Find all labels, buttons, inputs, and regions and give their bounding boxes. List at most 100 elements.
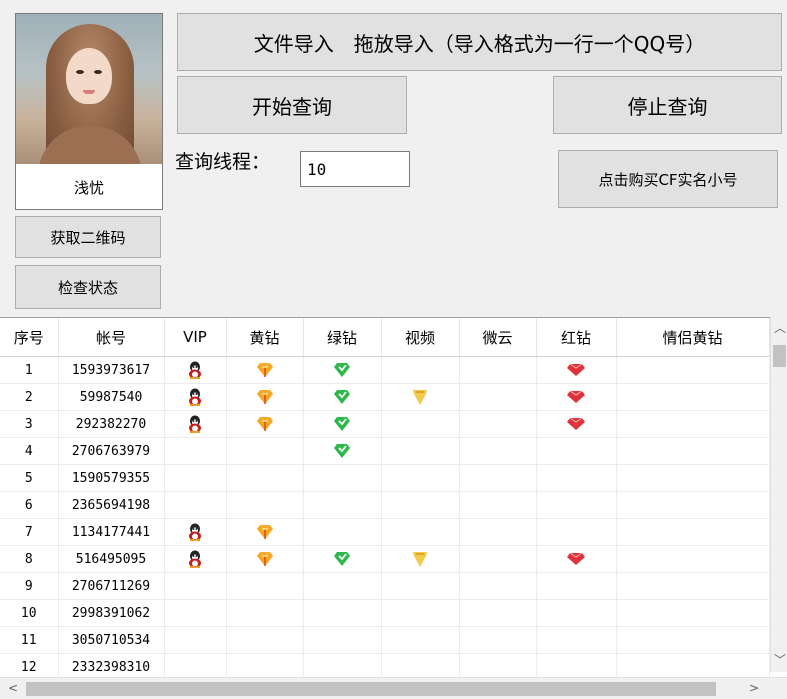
column-header[interactable]: 红钻	[536, 318, 617, 357]
table-row[interactable]: 9 2706711269	[0, 572, 770, 600]
row-number: 7	[0, 518, 59, 546]
scroll-down-icon[interactable]: ﹀	[774, 651, 786, 668]
yellow-status-cell	[226, 410, 304, 438]
account-cell: 2706711269	[58, 572, 165, 600]
scroll-thumb[interactable]	[773, 345, 786, 367]
row-number: 5	[0, 464, 59, 492]
couple-status-cell	[616, 383, 770, 411]
yellow-diamond-icon	[227, 551, 303, 567]
table-row[interactable]: 8 516495095	[0, 545, 770, 573]
yellow-diamond-icon	[227, 389, 303, 405]
vip-status-cell	[164, 599, 227, 627]
import-button[interactable]: 文件导入 拖放导入（导入格式为一行一个QQ号）	[177, 13, 782, 71]
red-status-cell	[536, 599, 617, 627]
vip-status-cell	[164, 410, 227, 438]
vip-status-cell	[164, 626, 227, 654]
weiyun-status-cell	[459, 599, 537, 627]
results-table: 序号 帐号 VIP 黄钻 绿钻 视频 微云 红钻 情侣黄钻 1 1593973617 2 599875…	[0, 318, 770, 681]
table-row[interactable]: 11 3050710534	[0, 626, 770, 654]
column-header[interactable]: 黄钻	[226, 318, 304, 357]
green-status-cell	[303, 356, 382, 384]
couple-status-cell	[616, 437, 770, 465]
couple-status-cell	[616, 572, 770, 600]
red-diamond-icon	[537, 552, 616, 566]
weiyun-status-cell	[459, 572, 537, 600]
green-diamond-icon	[304, 443, 381, 459]
scroll-up-icon[interactable]: ︿	[774, 319, 786, 336]
green-status-cell	[303, 626, 382, 654]
column-header[interactable]: 帐号	[58, 318, 165, 357]
get-qrcode-button[interactable]: 获取二维码	[15, 216, 161, 258]
red-status-cell	[536, 383, 617, 411]
red-status-cell	[536, 464, 617, 492]
video-status-cell	[381, 626, 460, 654]
account-cell: 3050710534	[58, 626, 165, 654]
weiyun-status-cell	[459, 437, 537, 465]
table-row[interactable]: 6 2365694198	[0, 491, 770, 519]
table-row[interactable]: 4 2706763979	[0, 437, 770, 465]
qq-penguin-icon	[165, 415, 226, 433]
account-cell: 2998391062	[58, 599, 165, 627]
check-status-button[interactable]: 检查状态	[15, 265, 161, 309]
red-status-cell	[536, 356, 617, 384]
yellow-status-cell	[226, 383, 304, 411]
column-header[interactable]: 视频	[381, 318, 460, 357]
account-cell: 1593973617	[58, 356, 165, 384]
couple-status-cell	[616, 491, 770, 519]
video-vip-icon	[382, 388, 459, 406]
yellow-status-cell	[226, 491, 304, 519]
table-row[interactable]: 2 59987540	[0, 383, 770, 411]
scroll-right-icon[interactable]: >	[749, 681, 759, 695]
table-row[interactable]: 3 292382270	[0, 410, 770, 438]
vip-status-cell	[164, 356, 227, 384]
green-diamond-icon	[304, 389, 381, 405]
thread-count-label: 查询线程：	[175, 151, 271, 173]
yellow-status-cell	[226, 599, 304, 627]
vip-status-cell	[164, 518, 227, 546]
table-row[interactable]: 5 1590579355	[0, 464, 770, 492]
yellow-status-cell	[226, 356, 304, 384]
row-number: 10	[0, 599, 59, 627]
green-status-cell	[303, 518, 382, 546]
scroll-thumb-horizontal[interactable]	[26, 682, 716, 696]
couple-status-cell	[616, 626, 770, 654]
row-number: 11	[0, 626, 59, 654]
video-status-cell	[381, 572, 460, 600]
table-header: 序号 帐号 VIP 黄钻 绿钻 视频 微云 红钻 情侣黄钻	[0, 318, 770, 357]
weiyun-status-cell	[459, 518, 537, 546]
thread-count-input[interactable]	[300, 151, 410, 187]
red-diamond-icon	[537, 417, 616, 431]
vip-status-cell	[164, 464, 227, 492]
green-status-cell	[303, 437, 382, 465]
vertical-scrollbar[interactable]: ︿ ﹀	[770, 317, 787, 672]
weiyun-status-cell	[459, 491, 537, 519]
weiyun-status-cell	[459, 626, 537, 654]
vip-status-cell	[164, 491, 227, 519]
weiyun-status-cell	[459, 464, 537, 492]
couple-status-cell	[616, 410, 770, 438]
green-status-cell	[303, 545, 382, 573]
column-header[interactable]: 情侣黄钻	[616, 318, 770, 357]
table-row[interactable]: 7 1134177441	[0, 518, 770, 546]
column-header[interactable]: 序号	[0, 318, 59, 357]
yellow-status-cell	[226, 626, 304, 654]
column-header[interactable]: 微云	[459, 318, 537, 357]
vip-status-cell	[164, 437, 227, 465]
video-status-cell	[381, 491, 460, 519]
horizontal-scrollbar[interactable]: < >	[0, 677, 787, 699]
vip-status-cell	[164, 572, 227, 600]
row-number: 2	[0, 383, 59, 411]
scroll-left-icon[interactable]: <	[8, 681, 18, 695]
qq-penguin-icon	[165, 361, 226, 379]
table-row[interactable]: 1 1593973617	[0, 356, 770, 384]
stop-query-button[interactable]: 停止查询	[553, 76, 782, 134]
buy-cf-account-button[interactable]: 点击购买CF实名小号	[558, 150, 778, 208]
yellow-status-cell	[226, 518, 304, 546]
column-header[interactable]: VIP	[164, 318, 227, 357]
video-status-cell	[381, 410, 460, 438]
table-row[interactable]: 10 2998391062	[0, 599, 770, 627]
start-query-button[interactable]: 开始查询	[177, 76, 407, 134]
column-header[interactable]: 绿钻	[303, 318, 382, 357]
red-status-cell	[536, 437, 617, 465]
video-status-cell	[381, 356, 460, 384]
